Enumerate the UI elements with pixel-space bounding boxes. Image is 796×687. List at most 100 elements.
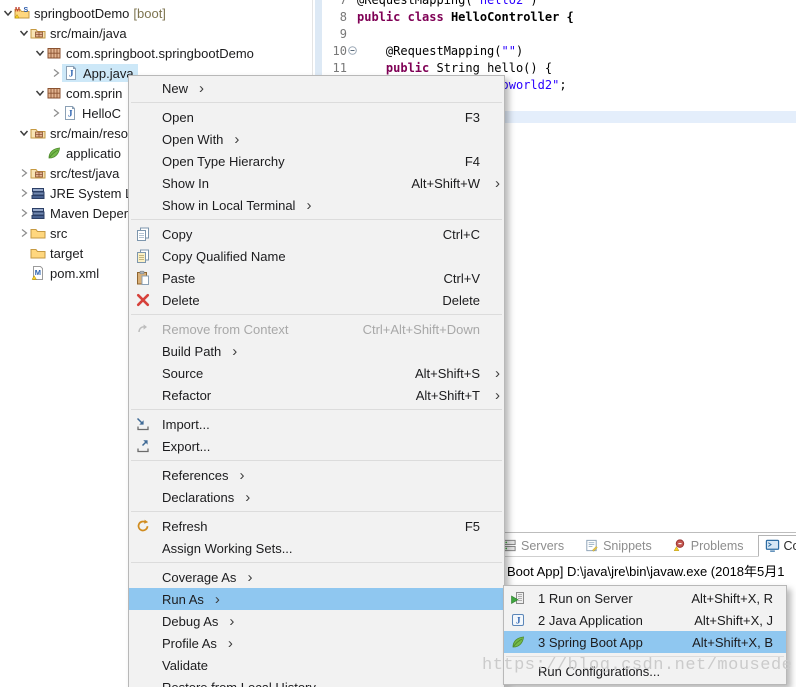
tree-item-label: applicatio: [66, 146, 121, 161]
tree-chevron-icon[interactable]: [2, 7, 14, 19]
menu-separator: [131, 102, 502, 103]
menu-item-import[interactable]: Import...: [129, 413, 504, 435]
svg-text:M: M: [15, 8, 20, 14]
menu-item-validate[interactable]: Validate: [129, 654, 504, 676]
menu-item-build-path[interactable]: Build Path›: [129, 340, 504, 362]
menu-item-label: 2 Java Application: [538, 613, 643, 628]
menu-item-assign-working-sets[interactable]: Assign Working Sets...: [129, 537, 504, 559]
tree-chevron-icon[interactable]: [50, 67, 62, 79]
code-token: @RequestMapping(: [357, 0, 473, 7]
code-token: String hello() {: [429, 61, 552, 75]
code-token: ): [516, 44, 523, 58]
code-token: ): [530, 0, 537, 7]
menu-item-label: New: [162, 81, 188, 96]
menu-item-debug-as[interactable]: Debug As›: [129, 610, 504, 632]
menu-item-coverage-as[interactable]: Coverage As›: [129, 566, 504, 588]
code-text: public class HelloController {: [357, 10, 574, 24]
menu-item-3-spring-boot-app[interactable]: 3 Spring Boot AppAlt+Shift+X, B: [504, 631, 786, 653]
submenu-arrow-icon: ›: [204, 592, 220, 607]
submenu-arrow-icon: ›: [223, 132, 239, 147]
tab-snippets[interactable]: Snippets: [578, 536, 658, 556]
tree-chevron-icon[interactable]: [18, 167, 30, 179]
menu-item-declarations[interactable]: Declarations›: [129, 486, 504, 508]
tab-console[interactable]: Console: [758, 535, 796, 557]
menu-item-export[interactable]: Export...: [129, 435, 504, 457]
menu-item-1-run-on-server[interactable]: 1 Run on ServerAlt+Shift+X, R: [504, 587, 786, 609]
code-token: HelloController {: [444, 10, 574, 24]
menu-item-label: Coverage As: [162, 570, 236, 585]
fold-collapse-icon[interactable]: [347, 46, 357, 55]
menu-icon-spacer: [133, 365, 153, 381]
menu-item-references[interactable]: References›: [129, 464, 504, 486]
tree-chevron-icon[interactable]: [18, 187, 30, 199]
menu-icon-spacer: [133, 109, 153, 125]
menu-separator: [131, 409, 502, 410]
tree-selected-row[interactable]: JApp.java: [62, 64, 138, 82]
menu-item-profile-as[interactable]: Profile As›: [129, 632, 504, 654]
tab-label: Console: [784, 539, 796, 553]
menu-item-label: Copy: [162, 227, 192, 242]
menu-item-open-with[interactable]: Open With›: [129, 128, 504, 150]
tree-item-label: HelloC: [82, 106, 121, 121]
menu-icon-spacer: [508, 663, 528, 679]
menu-item-run-configurations[interactable]: Run Configurations...: [504, 660, 786, 682]
submenu-arrow-icon: ›: [188, 81, 204, 96]
menu-icon-spacer: [133, 569, 153, 585]
menu-item-copy-qualified-name[interactable]: Copy Qualified Name: [129, 245, 504, 267]
menu-item-label: Refresh: [162, 519, 208, 534]
tree-chevron-icon[interactable]: [18, 207, 30, 219]
line-number: 10: [313, 44, 347, 58]
code-token: [357, 61, 386, 75]
problems-icon: [672, 538, 687, 553]
menu-item-label: Build Path: [162, 344, 221, 359]
leaf-icon: [46, 145, 62, 161]
tree-row[interactable]: com.springboot.springbootDemo: [0, 43, 312, 63]
tree-row[interactable]: MSspringbootDemo[boot]: [0, 3, 312, 23]
menu-item-new[interactable]: New›: [129, 77, 504, 99]
menu-item-paste[interactable]: PasteCtrl+V: [129, 267, 504, 289]
menu-item-label: Declarations: [162, 490, 234, 505]
tab-servers[interactable]: Servers: [496, 536, 570, 556]
menu-item-shortcut: F3: [465, 110, 480, 125]
menu-item-label: Remove from Context: [162, 322, 288, 337]
menu-item-label: Copy Qualified Name: [162, 249, 286, 264]
tree-chevron-icon[interactable]: [18, 27, 30, 39]
tree-chevron-icon[interactable]: [34, 47, 46, 59]
menu-item-shortcut: Ctrl+Alt+Shift+Down: [363, 322, 480, 337]
menu-item-label: Open: [162, 110, 194, 125]
menu-item-label: Restore from Local History: [162, 680, 316, 687]
menu-item-copy[interactable]: CopyCtrl+C: [129, 223, 504, 245]
menu-item-run-as[interactable]: Run As›: [129, 588, 504, 610]
tree-row[interactable]: src/main/java: [0, 23, 312, 43]
tree-chevron-icon[interactable]: [34, 87, 46, 99]
menu-item-show-in-local-terminal[interactable]: Show in Local Terminal›: [129, 194, 504, 216]
line-number: 7: [313, 0, 347, 7]
tab-problems[interactable]: Problems: [666, 536, 750, 556]
menu-item-label: 3 Spring Boot App: [538, 635, 643, 650]
menu-item-show-in[interactable]: Show InAlt+Shift+W›: [129, 172, 504, 194]
menu-item-delete[interactable]: DeleteDelete: [129, 289, 504, 311]
menu-item-refactor[interactable]: RefactorAlt+Shift+T›: [129, 384, 504, 406]
menu-item-source[interactable]: SourceAlt+Shift+S›: [129, 362, 504, 384]
code-token: "hello2": [473, 0, 531, 7]
tree-chevron-icon[interactable]: [18, 227, 30, 239]
menu-item-restore-from-local-history[interactable]: Restore from Local History: [129, 676, 504, 687]
java-file-icon: J: [62, 105, 78, 121]
submenu-arrow-icon: ›: [484, 176, 500, 191]
menu-item-open-type-hierarchy[interactable]: Open Type HierarchyF4: [129, 150, 504, 172]
menu-separator: [131, 314, 502, 315]
context-menu: New›OpenF3Open With›Open Type HierarchyF…: [128, 75, 505, 687]
tree-chevron-icon[interactable]: [18, 127, 30, 139]
menu-icon-spacer: [133, 387, 153, 403]
menu-icon-spacer: [133, 489, 153, 505]
menu-item-label: Validate: [162, 658, 208, 673]
menu-item-label: Open Type Hierarchy: [162, 154, 285, 169]
folder-icon: [30, 245, 46, 261]
src-folder-icon: [30, 25, 46, 41]
menu-item-refresh[interactable]: RefreshF5: [129, 515, 504, 537]
tree-item-decorator: [boot]: [133, 6, 166, 21]
menu-item-2-java-application[interactable]: J2 Java ApplicationAlt+Shift+X, J: [504, 609, 786, 631]
menu-item-open[interactable]: Open F3: [129, 106, 504, 128]
code-token: "": [502, 44, 516, 58]
tree-chevron-icon[interactable]: [50, 107, 62, 119]
